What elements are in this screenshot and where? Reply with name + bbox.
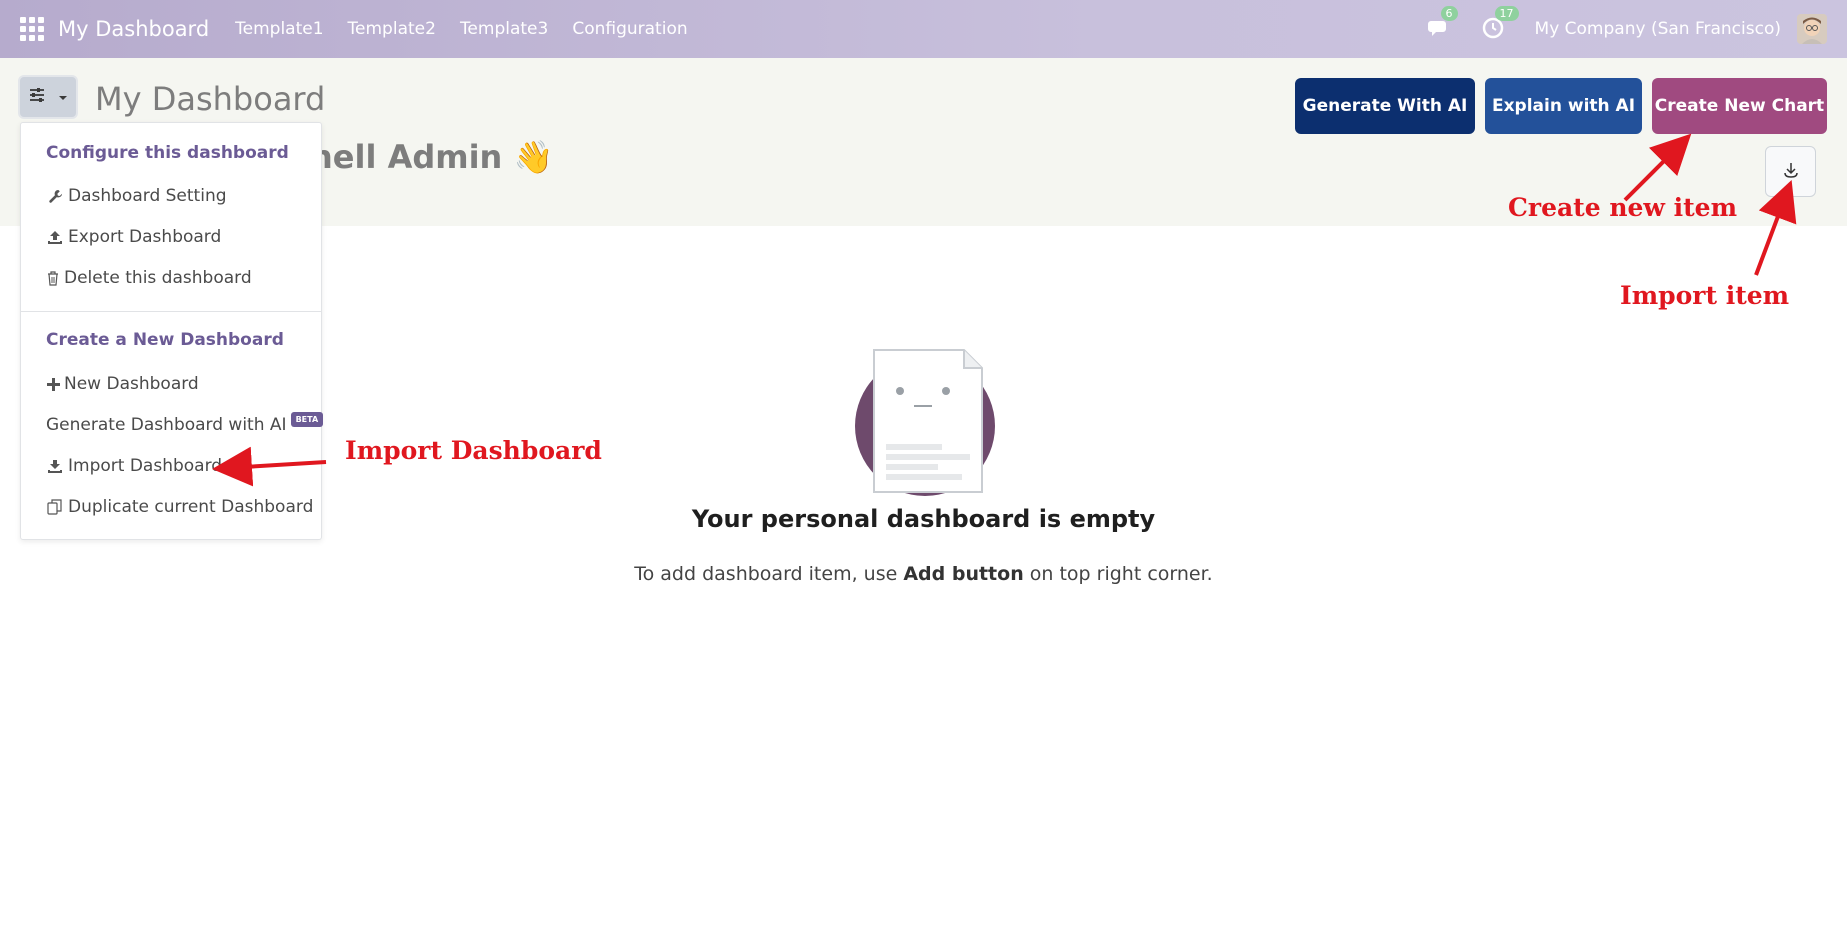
sliders-icon [28, 86, 58, 108]
nav-link-template2[interactable]: Template2 [348, 19, 436, 39]
empty-text-bold: Add button [903, 563, 1024, 585]
dashboard-setting-item[interactable]: Dashboard Setting [46, 186, 227, 206]
navbar-right: 6 17 My Company (San Francisco) [1427, 0, 1827, 58]
dashboard-options-button[interactable] [18, 75, 78, 119]
import-item-button[interactable] [1765, 146, 1816, 197]
import-dashboard-label: Import Dashboard [68, 456, 223, 476]
empty-dashboard-illustration [850, 348, 1000, 498]
export-dashboard-item[interactable]: Export Dashboard [46, 227, 221, 247]
top-navbar: My Dashboard Template1 Template2 Templat… [0, 0, 1847, 58]
trash-icon [46, 269, 60, 287]
delete-dashboard-item[interactable]: Delete this dashboard [46, 268, 252, 288]
explain-with-ai-button[interactable]: Explain with AI [1485, 78, 1642, 134]
new-dashboard-item[interactable]: New Dashboard [46, 374, 199, 394]
create-new-dashboard-header: Create a New Dashboard [46, 330, 284, 350]
create-new-chart-button[interactable]: Create New Chart [1652, 78, 1827, 134]
new-dashboard-label: New Dashboard [64, 374, 199, 394]
dropdown-divider [21, 311, 321, 312]
import-dashboard-item[interactable]: Import Dashboard [46, 456, 222, 476]
empty-state-text: To add dashboard item, use Add button on… [0, 563, 1847, 585]
generate-dashboard-ai-item[interactable]: Generate Dashboard with AI BETA [46, 411, 324, 435]
download-icon [1782, 161, 1800, 183]
upload-icon [46, 228, 64, 246]
nav-link-template3[interactable]: Template3 [460, 19, 548, 39]
activities-badge: 17 [1494, 6, 1519, 21]
dashboard-setting-label: Dashboard Setting [68, 186, 227, 206]
nav-link-configuration[interactable]: Configuration [572, 19, 687, 39]
chevron-down-icon [58, 88, 68, 107]
dashboard-options-dropdown: Configure this dashboard Dashboard Setti… [20, 122, 324, 540]
empty-text-before: To add dashboard item, use [634, 563, 904, 585]
download-tray-icon [46, 457, 64, 475]
wrench-icon [46, 187, 64, 205]
chat-icon[interactable]: 6 [1427, 6, 1458, 42]
welcome-message: nell Admin 👋 [310, 138, 554, 176]
messages-badge: 6 [1440, 6, 1458, 21]
empty-state-title: Your personal dashboard is empty [691, 505, 1156, 533]
avatar[interactable] [1797, 14, 1827, 44]
annotation-create-new-item: Create new item [1508, 193, 1738, 222]
annotation-import-dashboard: Import Dashboard [345, 436, 602, 465]
beta-badge: BETA [290, 411, 324, 427]
nav-link-template1[interactable]: Template1 [235, 19, 323, 39]
app-brand[interactable]: My Dashboard [58, 17, 209, 41]
generate-with-ai-button[interactable]: Generate With AI [1295, 78, 1475, 134]
company-switcher[interactable]: My Company (San Francisco) [1535, 19, 1781, 39]
clock-icon[interactable]: 17 [1481, 6, 1519, 42]
export-dashboard-label: Export Dashboard [68, 227, 222, 247]
configure-dashboard-header: Configure this dashboard [46, 143, 289, 163]
delete-dashboard-label: Delete this dashboard [64, 268, 252, 288]
empty-text-after: on top right corner. [1023, 563, 1213, 585]
page-title: My Dashboard [95, 80, 326, 118]
annotation-import-item: Import item [1620, 281, 1790, 310]
generate-dashboard-ai-label: Generate Dashboard with AI [46, 415, 287, 435]
apps-grid-icon[interactable] [20, 17, 44, 41]
plus-icon [46, 375, 60, 393]
